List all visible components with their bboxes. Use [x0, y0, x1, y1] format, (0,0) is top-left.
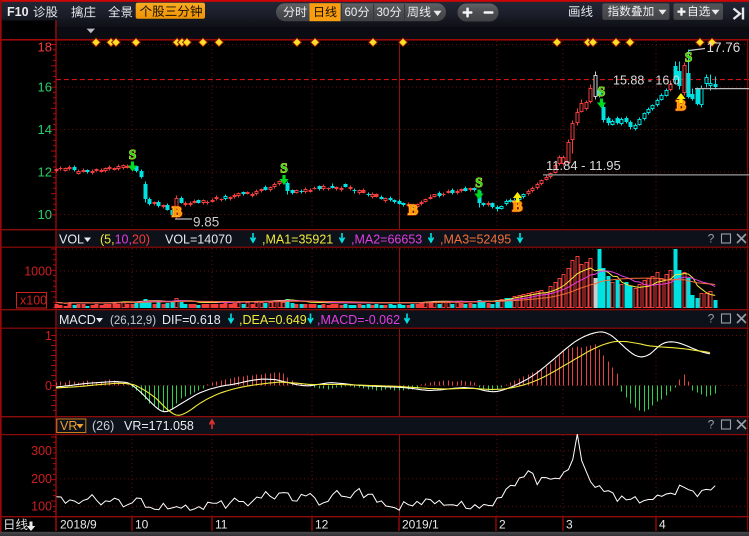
svg-text:14: 14	[38, 122, 52, 137]
svg-text:2018/9: 2018/9	[60, 518, 97, 532]
svg-text:60: 60	[345, 7, 358, 19]
svg-text:x100: x100	[20, 294, 47, 308]
svg-text:,MACD=-0.062: ,MACD=-0.062	[317, 313, 400, 327]
svg-text:0: 0	[45, 379, 52, 393]
svg-text:11: 11	[215, 518, 228, 532]
svg-text:10: 10	[135, 518, 149, 532]
svg-text:2: 2	[499, 518, 506, 532]
svg-text:,MA3=52495: ,MA3=52495	[440, 233, 511, 247]
svg-text:17.76: 17.76	[707, 40, 741, 55]
svg-text:3: 3	[566, 518, 573, 532]
svg-text:S: S	[475, 175, 483, 190]
svg-text:MACD: MACD	[59, 313, 96, 327]
svg-text:30: 30	[377, 7, 390, 19]
svg-text:VOL: VOL	[59, 233, 84, 247]
svg-text:?: ?	[708, 232, 715, 246]
svg-text:,DEA=0.649: ,DEA=0.649	[239, 313, 307, 327]
svg-text:18: 18	[38, 39, 52, 54]
svg-text:VR: VR	[60, 419, 77, 433]
svg-text:F10: F10	[7, 5, 29, 19]
svg-text:?: ?	[708, 312, 715, 326]
svg-text:S: S	[598, 84, 606, 99]
svg-text:12: 12	[38, 165, 52, 180]
svg-text:200: 200	[31, 472, 52, 486]
svg-text:11.84 - 11.95: 11.84 - 11.95	[546, 158, 621, 173]
svg-text:(5,10,20): (5,10,20)	[100, 233, 150, 247]
svg-text:(26): (26)	[92, 419, 114, 433]
svg-text:4: 4	[659, 518, 666, 532]
svg-text:?: ?	[708, 418, 715, 432]
svg-text:10: 10	[38, 207, 52, 222]
svg-text:DIF=0.618: DIF=0.618	[162, 313, 221, 327]
svg-text:2019/1: 2019/1	[402, 518, 439, 532]
svg-text:VR=171.058: VR=171.058	[124, 419, 194, 433]
svg-text:1000: 1000	[24, 265, 52, 279]
svg-text:,MA1=35921: ,MA1=35921	[262, 233, 333, 247]
svg-text:16: 16	[38, 80, 52, 95]
svg-text:9.85: 9.85	[193, 215, 219, 230]
svg-text:300: 300	[31, 444, 52, 458]
svg-text:,MA2=66653: ,MA2=66653	[351, 233, 422, 247]
svg-text:12: 12	[315, 518, 329, 532]
svg-text:15.88 - 16.0: 15.88 - 16.0	[613, 74, 680, 88]
svg-text:VOL=14070: VOL=14070	[165, 233, 232, 247]
svg-text:S: S	[685, 50, 693, 65]
svg-text:100: 100	[31, 500, 52, 514]
svg-text:S: S	[280, 161, 288, 176]
svg-text:(26,12,9): (26,12,9)	[110, 315, 156, 327]
svg-text:1: 1	[45, 329, 52, 343]
svg-text:B: B	[172, 205, 182, 221]
svg-text:B: B	[408, 203, 418, 219]
svg-text:S: S	[129, 147, 137, 162]
